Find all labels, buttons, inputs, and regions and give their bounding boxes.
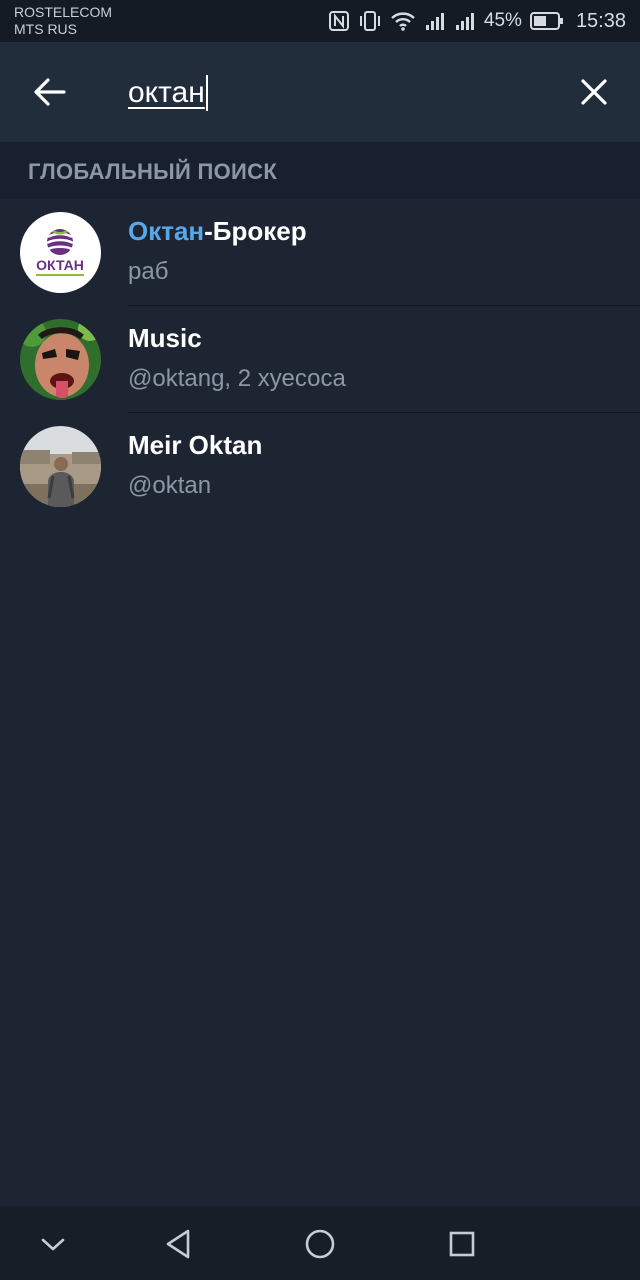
- avatar: [20, 426, 101, 507]
- search-query: октан: [128, 76, 205, 109]
- arrow-left-icon: [34, 78, 66, 106]
- result-subtitle: раб: [128, 258, 169, 285]
- search-input[interactable]: октан: [128, 70, 528, 116]
- name-rest: Music: [128, 323, 202, 353]
- carrier-1: ROSTELECOM: [14, 4, 113, 20]
- result-subtitle: @oktan: [128, 472, 212, 499]
- clock: 15:38: [575, 9, 626, 32]
- result-subtitle: @oktang, 2 хуесоса: [128, 365, 346, 392]
- status-bar: ROSTELECOM MTS RUS 45% 15:38: [0, 0, 640, 42]
- section-title: ГЛОБАЛЬНЫЙ ПОИСК: [28, 159, 278, 184]
- result-name: Music: [128, 323, 202, 354]
- hide-nav-button[interactable]: [31, 1222, 75, 1266]
- carrier-2: MTS RUS: [14, 21, 77, 37]
- carrier-names: ROSTELECOM MTS RUS: [14, 4, 112, 38]
- result-name: Meir Oktan: [128, 430, 262, 461]
- chevron-down-icon: [41, 1238, 65, 1251]
- avatar: ОКТАН: [20, 212, 101, 293]
- nav-back-button[interactable]: [156, 1222, 200, 1266]
- name-highlight: Октан: [128, 216, 205, 246]
- nav-recents-button[interactable]: [440, 1222, 484, 1266]
- result-name: Октан-Брокер: [128, 216, 307, 247]
- close-icon: [581, 79, 607, 105]
- logo-text: ОКТАН: [36, 257, 84, 273]
- wifi-icon: [390, 10, 416, 32]
- nav-home-button[interactable]: [298, 1222, 342, 1266]
- list-item[interactable]: Meir Oktan @oktan: [0, 413, 640, 520]
- signal-icon: [454, 10, 476, 32]
- name-rest: Meir Oktan: [128, 430, 263, 460]
- nfc-icon: [328, 10, 350, 32]
- section-header: ГЛОБАЛЬНЫЙ ПОИСК: [0, 142, 640, 199]
- vibrate-icon: [358, 10, 382, 32]
- avatar: [20, 319, 101, 400]
- results-list: ОКТАН Октан-Брокер раб Music @oktang, 2 …: [0, 199, 640, 520]
- system-nav-bar: [0, 1206, 640, 1280]
- back-button[interactable]: [24, 68, 76, 116]
- list-item[interactable]: Music @oktang, 2 хуесоса: [0, 306, 640, 413]
- status-icons: 45% 15:38: [328, 6, 626, 36]
- battery-icon: [529, 11, 564, 31]
- signal-icon: [424, 10, 446, 32]
- clear-search-button[interactable]: [570, 68, 618, 116]
- name-rest: -Брокер: [204, 216, 307, 246]
- circle-home-icon: [305, 1229, 335, 1259]
- list-item[interactable]: ОКТАН Октан-Брокер раб: [0, 199, 640, 306]
- battery-percent: 45%: [483, 10, 522, 31]
- text-caret: [205, 75, 208, 111]
- search-header: октан: [0, 42, 640, 142]
- square-recents-icon: [449, 1231, 475, 1257]
- triangle-back-icon: [166, 1229, 190, 1259]
